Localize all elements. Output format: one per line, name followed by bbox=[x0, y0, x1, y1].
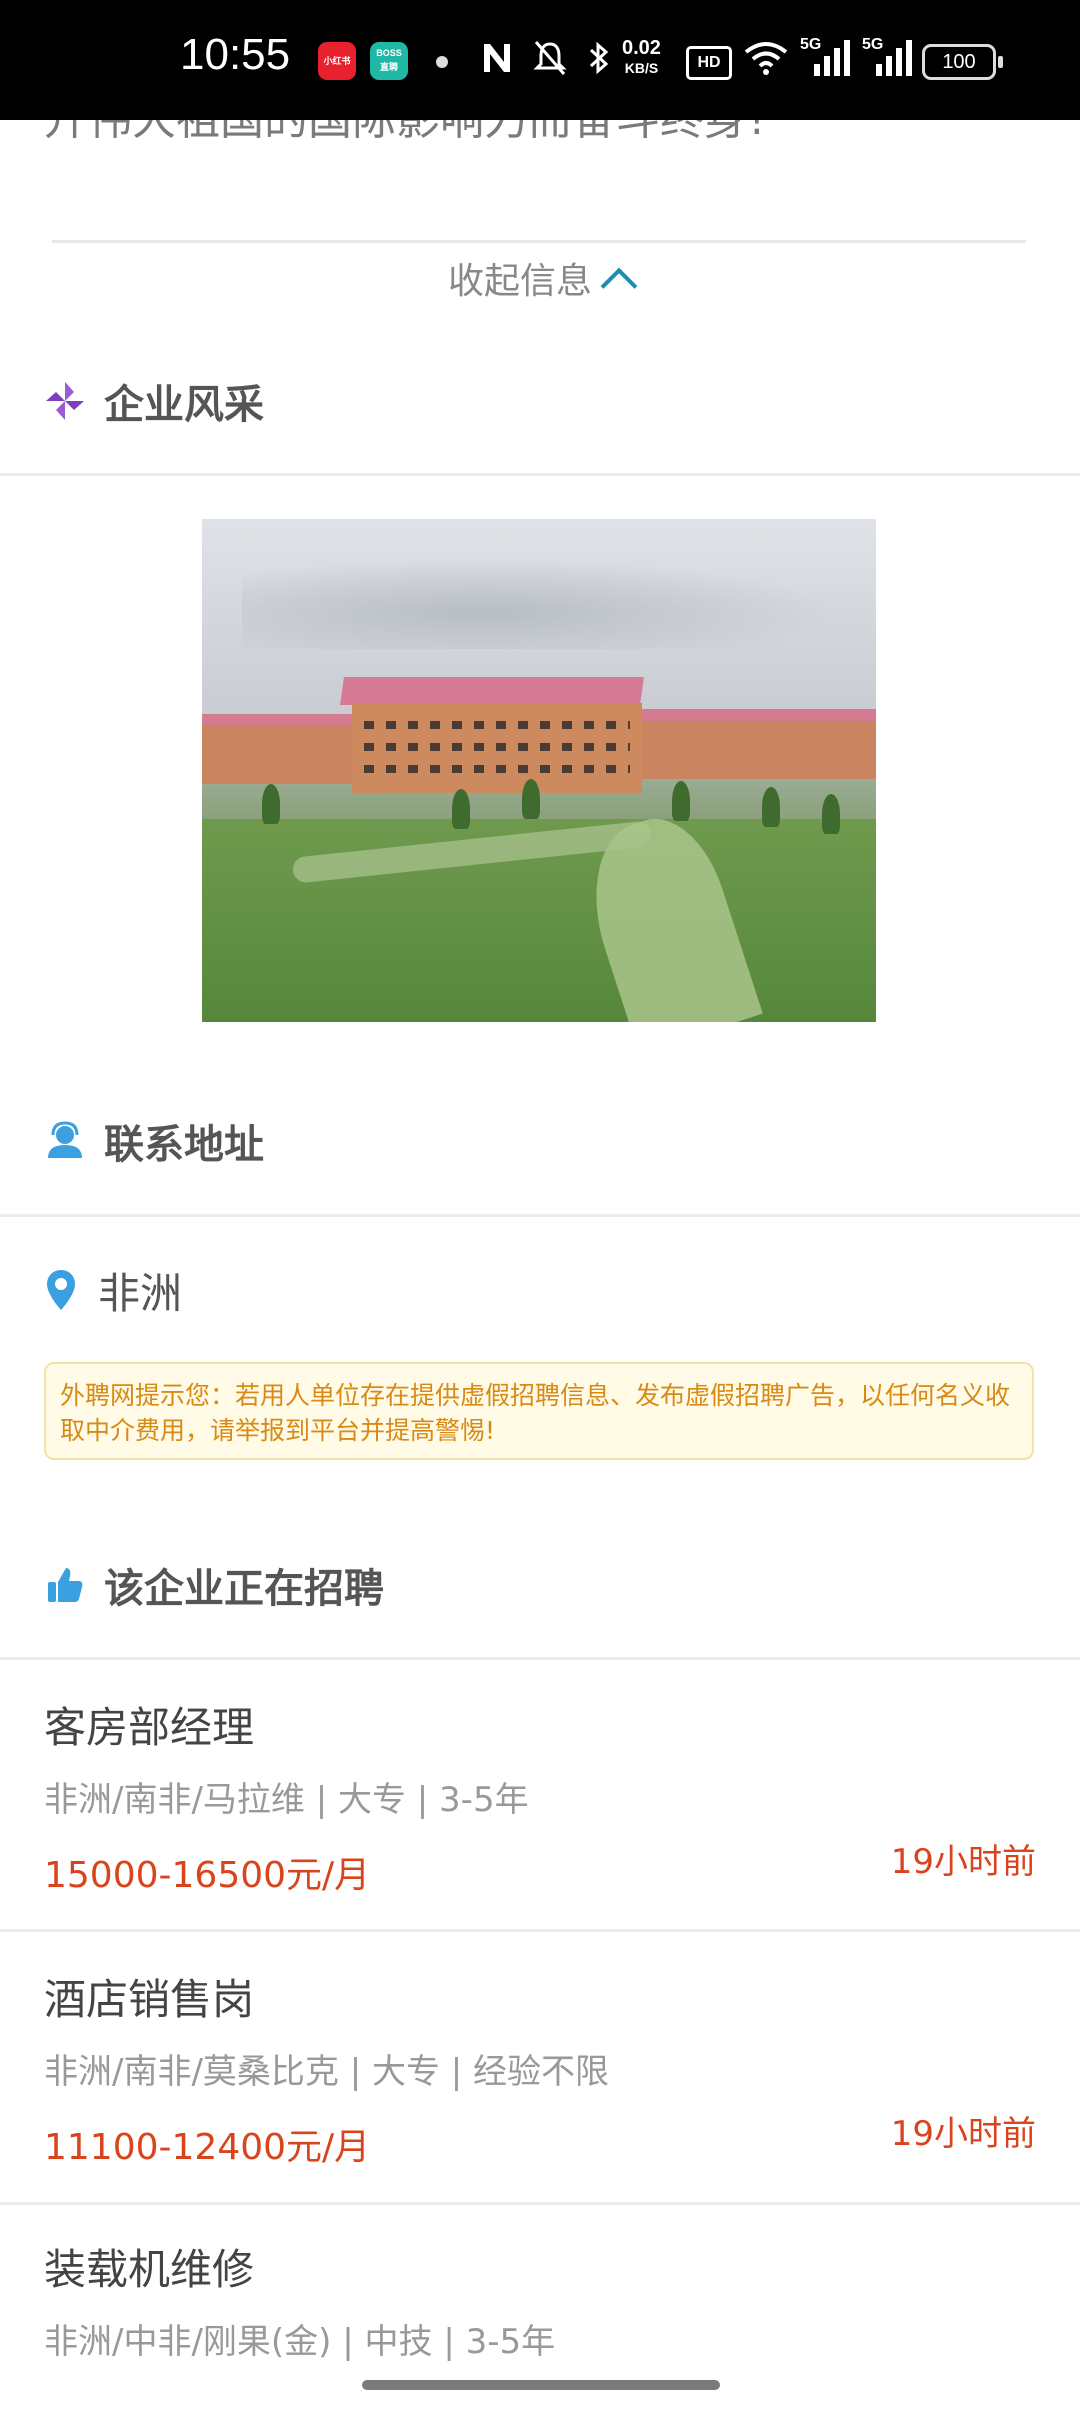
section-title: 企业风采 bbox=[104, 382, 264, 428]
job-list-item[interactable]: 客房部经理 非洲/南非/马拉维 | 大专 | 3-5年 15000-16500元… bbox=[0, 1694, 1080, 1930]
job-posted-time: 19小时前 bbox=[890, 2114, 1036, 2154]
job-salary: 15000-16500元/月 bbox=[44, 1855, 371, 1896]
status-bar: 10:55 小红书 BOSS 直聘 0.02 KB/S HD 5G 5G 100 bbox=[0, 0, 1080, 120]
collapse-info-label: 收起信息 bbox=[447, 261, 592, 302]
section-contact: 联系地址 bbox=[44, 1106, 264, 1176]
job-meta: 非洲/南非/莫桑比克 | 大专 | 经验不限 bbox=[44, 2052, 610, 2092]
section-hiring: 该企业正在招聘 bbox=[44, 1550, 384, 1620]
divider bbox=[0, 473, 1080, 476]
signal-sim1-icon: 5G bbox=[800, 36, 854, 80]
section-title: 联系地址 bbox=[104, 1122, 264, 1168]
divider bbox=[0, 2202, 1080, 2205]
home-indicator[interactable] bbox=[362, 2380, 720, 2390]
location-pin-icon bbox=[44, 1268, 78, 1312]
job-title: 装载机维修 bbox=[44, 2245, 255, 2294]
chevron-up-icon bbox=[600, 267, 638, 305]
company-photo[interactable] bbox=[202, 519, 876, 1022]
fraud-warning-notice: 外聘网提示您：若用人单位存在提供虚假招聘信息、发布虚假招聘广告，以任何名义收取中… bbox=[44, 1362, 1034, 1460]
network-speed: 0.02 KB/S bbox=[622, 37, 661, 76]
company-intro-text: 升伟大祖国的国际影响力而奋斗终身! bbox=[44, 120, 1044, 170]
collapse-info-button[interactable]: 收起信息 bbox=[0, 252, 1080, 312]
section-title: 该企业正在招聘 bbox=[104, 1566, 384, 1612]
divider bbox=[0, 1657, 1080, 1660]
job-posted-time: 19小时前 bbox=[890, 1842, 1036, 1882]
wifi-icon bbox=[744, 38, 788, 87]
divider bbox=[52, 240, 1026, 243]
status-time: 10:55 bbox=[180, 30, 291, 79]
hd-voice-icon: HD bbox=[686, 46, 732, 80]
signal-sim2-icon: 5G bbox=[862, 36, 916, 80]
bluetooth-icon bbox=[586, 38, 612, 87]
mute-bell-icon bbox=[532, 38, 568, 87]
pinwheel-icon bbox=[44, 380, 86, 422]
job-meta: 非洲/南非/马拉维 | 大专 | 3-5年 bbox=[44, 1780, 529, 1820]
divider bbox=[0, 1214, 1080, 1217]
job-meta: 非洲/中非/刚果(金) | 中技 | 3-5年 bbox=[44, 2322, 556, 2362]
thumbs-up-icon bbox=[44, 1564, 86, 1606]
boss-app-icon: BOSS 直聘 bbox=[370, 42, 408, 80]
divider bbox=[0, 1929, 1080, 1932]
job-title: 客房部经理 bbox=[44, 1703, 255, 1752]
xiaohongshu-app-icon: 小红书 bbox=[318, 42, 356, 80]
job-salary: 11100-12400元/月 bbox=[44, 2127, 371, 2168]
job-list-item[interactable]: 酒店销售岗 非洲/南非/莫桑比克 | 大专 | 经验不限 11100-12400… bbox=[0, 1966, 1080, 2202]
address-row: 非洲 bbox=[44, 1260, 182, 1320]
address-text: 非洲 bbox=[98, 1268, 183, 1318]
battery-icon: 100 bbox=[922, 44, 1003, 80]
section-company-style: 企业风采 bbox=[44, 366, 264, 436]
job-title: 酒店销售岗 bbox=[44, 1975, 255, 2024]
nfc-icon bbox=[480, 38, 514, 87]
contact-person-icon bbox=[44, 1120, 86, 1162]
notification-dot-icon bbox=[436, 56, 448, 68]
company-intro: 升伟大祖国的国际影响力而奋斗终身! bbox=[0, 120, 1080, 220]
